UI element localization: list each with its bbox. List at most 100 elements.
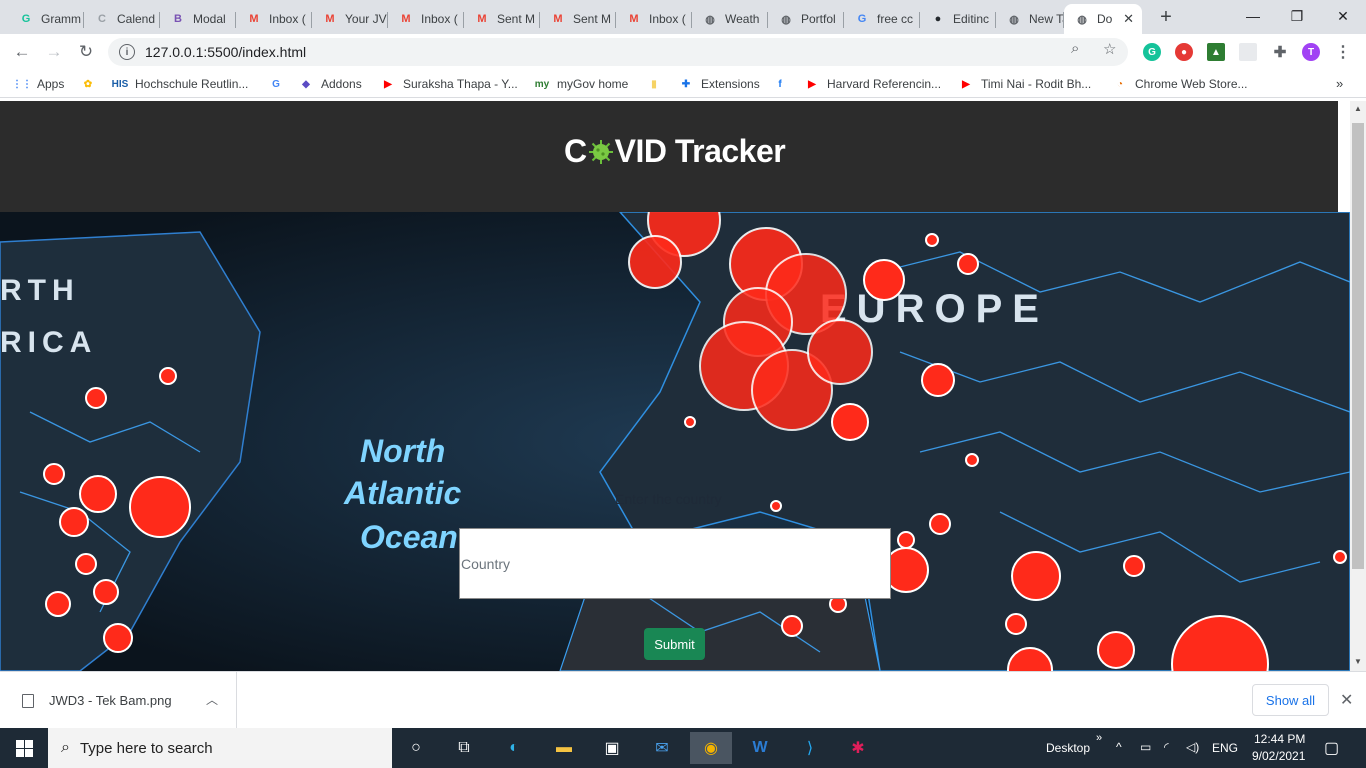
maximize-button[interactable]: ❐ <box>1274 0 1320 32</box>
clock-time[interactable]: 12:44 PM <box>1254 732 1305 746</box>
browser-tab[interactable]: M Inbox ( <box>388 4 464 34</box>
bookmark-item[interactable]: f <box>772 76 795 92</box>
extensions-puzzle-icon[interactable]: ✚ <box>1271 43 1289 61</box>
browser-tab[interactable]: ◍ Do ✕ <box>1064 4 1142 34</box>
page-scrollbar[interactable]: ▲ ▼ <box>1350 101 1366 671</box>
close-icon[interactable]: ✕ <box>1340 690 1353 710</box>
language-indicator[interactable]: ENG <box>1212 741 1238 755</box>
grammarly-extension-icon[interactable]: G <box>1143 43 1161 61</box>
bookmark-item[interactable]: ▶ Suraksha Thapa - Y... <box>380 76 518 92</box>
logo-suffix: VID Tracker <box>614 133 786 169</box>
bookmark-star-icon[interactable]: ☆ <box>1103 40 1116 58</box>
browser-tab[interactable]: Gfree cc <box>844 4 920 34</box>
bookmark-item[interactable]: ▮ <box>646 76 669 92</box>
bookmark-item[interactable]: ◔ Chrome Web Store... <box>1112 76 1248 92</box>
browser-tab[interactable]: B Modal <box>160 4 236 34</box>
volume-icon[interactable]: ◁) <box>1186 740 1199 754</box>
bookmark-item[interactable]: ✿ <box>80 76 103 92</box>
adblock-extension-icon[interactable]: ● <box>1175 43 1193 61</box>
close-tab-icon[interactable]: ✕ <box>1123 11 1134 27</box>
toolbar-chevron-icon[interactable]: » <box>1096 732 1102 744</box>
clock-date[interactable]: 9/02/2021 <box>1252 749 1305 763</box>
chevron-up-icon[interactable]: ︿ <box>206 691 218 708</box>
virus-icon <box>588 139 613 164</box>
bookmark-item[interactable]: ◆ Addons <box>298 76 362 92</box>
tab-label: New Ta <box>1029 12 1064 26</box>
browser-tab[interactable]: M Sent M <box>464 4 540 34</box>
browser-tab[interactable]: M Inbox ( <box>616 4 692 34</box>
bookmarks-overflow-icon[interactable]: » <box>1336 76 1343 91</box>
browser-tab[interactable]: M Sent M <box>540 4 616 34</box>
reload-icon[interactable]: ↻ <box>74 40 98 64</box>
minimize-button[interactable]: — <box>1230 0 1276 32</box>
notifications-icon[interactable]: ▢ <box>1324 738 1339 758</box>
address-bar[interactable]: i 127.0.0.1:5500/index.html <box>108 38 1128 66</box>
cortana-icon[interactable]: ○ <box>400 732 432 764</box>
scrollbar-thumb[interactable] <box>1352 123 1364 569</box>
browser-tab[interactable]: M Inbox ( <box>236 4 312 34</box>
taskbar-search-box[interactable]: ⌕ Type here to search <box>48 728 392 768</box>
browser-tab[interactable]: G Gramm <box>8 4 84 34</box>
facebook-icon: f <box>778 78 782 90</box>
tab-label: Inbox ( <box>421 12 458 26</box>
gmail-icon: M <box>629 13 639 25</box>
html-extension-icon[interactable]: ▲ <box>1207 43 1225 61</box>
browser-tab[interactable]: ● Editinc <box>920 4 996 34</box>
browser-tab[interactable]: ◍ Weath <box>692 4 768 34</box>
microsoft-store-icon[interactable]: ▣ <box>596 732 628 764</box>
site-info-icon[interactable]: i <box>119 44 135 60</box>
submit-button[interactable]: Submit <box>644 628 705 660</box>
mail-icon[interactable]: ✉ <box>646 732 678 764</box>
bookmark-item[interactable]: ⋮⋮ Apps <box>12 76 64 92</box>
bookmarks-bar: » ⋮⋮ Apps ✿ HIS Hochschule Reutlin... G ◆ Addon… <box>0 70 1366 98</box>
forward-icon[interactable]: → <box>42 40 66 64</box>
profile-avatar[interactable]: T <box>1302 43 1320 61</box>
browser-tab[interactable]: ◍ Portfol <box>768 4 844 34</box>
browser-tab[interactable]: ◍ New Ta <box>996 4 1064 34</box>
youtube-icon: ▶ <box>384 78 392 90</box>
new-tab-button[interactable]: + <box>1156 6 1176 29</box>
browser-tab[interactable]: M Your JV <box>312 4 388 34</box>
calendar-icon: C <box>98 13 106 25</box>
gmail-icon: M <box>325 13 335 25</box>
task-view-icon[interactable]: ⧉ <box>448 732 480 764</box>
edge-icon[interactable]: ◐ <box>498 732 530 764</box>
word-icon[interactable]: W <box>744 732 776 764</box>
battery-icon[interactable]: ▭ <box>1140 740 1151 754</box>
wifi-icon[interactable]: ◜ <box>1164 740 1169 754</box>
vscode-icon[interactable]: ⟩ <box>794 732 826 764</box>
file-explorer-icon[interactable]: ▬ <box>548 732 580 764</box>
bookmark-item[interactable]: ▶ Timi Nai - Rodit Bh... <box>958 76 1091 92</box>
zoom-icon[interactable]: ⌕ <box>1071 40 1079 57</box>
desktop-toolbar-label[interactable]: Desktop <box>1046 741 1090 755</box>
show-all-button[interactable]: Show all <box>1252 684 1329 716</box>
back-icon[interactable]: ← <box>10 40 34 64</box>
bookmark-item[interactable]: ✚ Extensions <box>678 76 760 92</box>
menu-kebab-icon[interactable]: ⋮ <box>1334 43 1352 61</box>
close-window-button[interactable]: ✕ <box>1320 0 1366 32</box>
bookmark-item[interactable]: my myGov home <box>534 76 629 92</box>
covid-world-map-image: RTH RICA EUROPE North Atlantic Ocean <box>0 212 1350 671</box>
windows-start-button[interactable] <box>0 728 48 768</box>
download-file-name[interactable]: JWD3 - Tek Bam.png <box>49 693 172 708</box>
map-label-ocean-2: Atlantic <box>343 475 462 511</box>
bookmark-item[interactable]: ▶ Harvard Referencin... <box>804 76 941 92</box>
chrome-icon[interactable]: ◉ <box>690 732 732 764</box>
slack-icon[interactable]: ✱ <box>842 732 874 764</box>
browser-tab[interactable]: C Calend <box>84 4 160 34</box>
bookmark-item[interactable]: G <box>268 76 291 92</box>
extension-placeholder-icon[interactable] <box>1239 43 1257 61</box>
globe-icon: ◍ <box>1009 13 1019 26</box>
country-input[interactable] <box>459 528 891 599</box>
google-photos-icon: ✿ <box>83 78 93 90</box>
bookmark-item[interactable]: HIS Hochschule Reutlin... <box>112 76 249 92</box>
tray-expand-icon[interactable]: ^ <box>1116 740 1122 754</box>
download-item[interactable]: JWD3 - Tek Bam.png ︿ <box>0 672 237 729</box>
tab-label: Inbox ( <box>269 12 306 26</box>
site-logo[interactable]: C VID Tracker <box>564 133 786 170</box>
scroll-down-icon[interactable]: ▼ <box>1354 657 1362 666</box>
url-text[interactable]: 127.0.0.1:5500/index.html <box>145 44 306 60</box>
scroll-up-icon[interactable]: ▲ <box>1354 104 1362 113</box>
tab-label: Your JV <box>345 12 387 26</box>
grammarly-icon: G <box>21 13 31 25</box>
